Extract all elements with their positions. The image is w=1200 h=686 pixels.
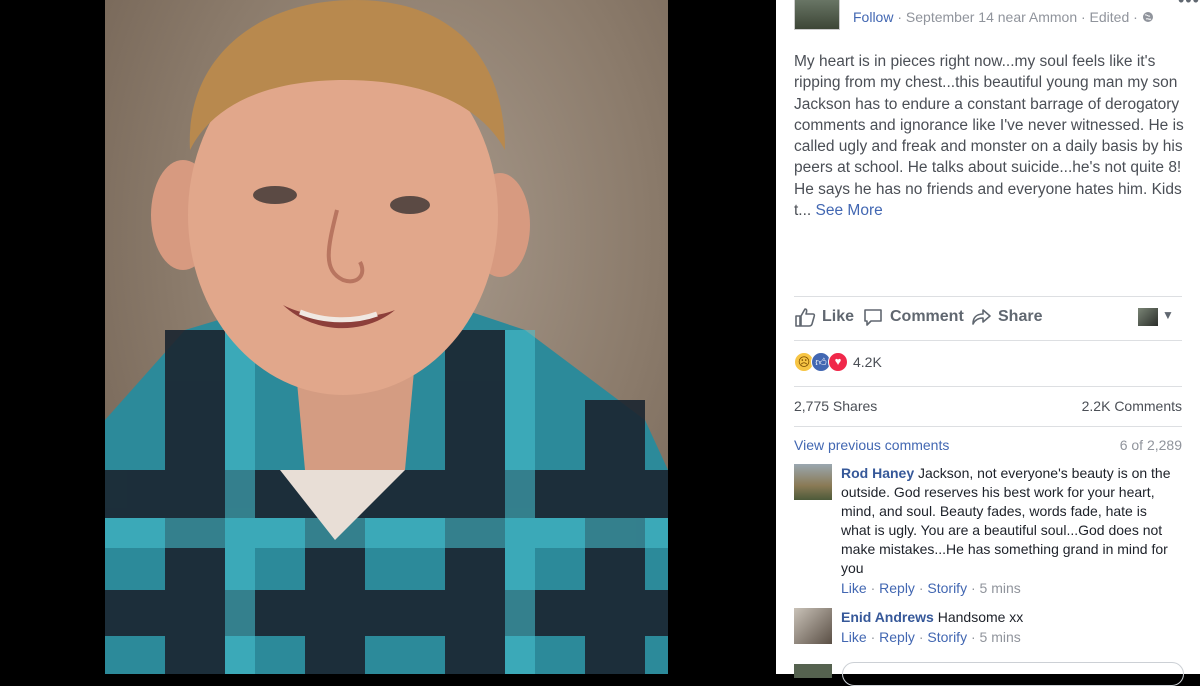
shares-count[interactable]: 2,775 Shares — [794, 398, 877, 414]
comment-actions: Like · Reply · Storify · 5 mins — [841, 629, 1021, 645]
post-meta: Follow · September 14 near Ammon · Edite… — [853, 9, 1154, 25]
post-body: My heart is in pieces right now...my sou… — [794, 53, 1184, 220]
divider — [794, 296, 1182, 297]
comment-text: Jackson, not everyone's beauty is on the… — [841, 465, 1171, 576]
comment-reply-link[interactable]: Reply — [879, 629, 915, 645]
comment-body: Enid Andrews Handsome xx — [841, 608, 1171, 627]
post-header: Follow · September 14 near Ammon · Edite… — [794, 0, 1199, 30]
see-more-link[interactable]: See More — [816, 202, 883, 219]
reaction-count: 4.2K — [853, 354, 882, 370]
like-button[interactable]: Like — [794, 306, 854, 328]
post-photo[interactable] — [105, 0, 668, 674]
comment-text: Handsome xx — [937, 609, 1024, 625]
comment-icon — [862, 306, 884, 328]
share-button[interactable]: Share — [970, 306, 1042, 328]
photo-viewer — [0, 0, 776, 674]
comment-time[interactable]: 5 mins — [980, 629, 1021, 645]
divider — [794, 340, 1182, 341]
comment-button[interactable]: Comment — [862, 306, 964, 328]
comments-count[interactable]: 2.2K Comments — [1082, 398, 1182, 414]
more-options-icon[interactable]: ••• — [1178, 0, 1200, 11]
follow-link[interactable]: Follow — [853, 9, 893, 25]
post-text: My heart is in pieces right now...my sou… — [794, 51, 1188, 221]
comment-like-link[interactable]: Like — [841, 629, 867, 645]
commenter-name[interactable]: Rod Haney — [841, 465, 914, 481]
view-previous-comments-link[interactable]: View previous comments — [794, 437, 949, 453]
like-label: Like — [822, 308, 855, 325]
divider — [794, 426, 1182, 427]
viewer-avatar[interactable] — [1138, 308, 1158, 326]
comments-counter: 6 of 2,289 — [1119, 437, 1182, 453]
globe-icon — [1142, 9, 1154, 25]
post-sidebar: Follow · September 14 near Ammon · Edite… — [776, 0, 1200, 686]
boy-portrait-illustration — [105, 0, 668, 674]
author-avatar[interactable] — [794, 0, 840, 30]
comment-body: Rod Haney Jackson, not everyone's beauty… — [841, 464, 1171, 578]
love-reaction-icon: ♥ — [828, 352, 848, 372]
comments-header: View previous comments 6 of 2,289 — [794, 437, 1182, 453]
divider — [794, 386, 1182, 387]
action-bar: Like Comment Share ▼ — [794, 306, 1188, 332]
write-comment-input[interactable] — [842, 662, 1184, 686]
share-icon — [970, 306, 992, 328]
share-label: Share — [998, 308, 1043, 325]
comment-storify-link[interactable]: Storify — [927, 580, 967, 596]
thumbs-up-icon — [794, 306, 816, 328]
comment-label: Comment — [890, 308, 964, 325]
commenter-avatar[interactable] — [794, 608, 832, 644]
comment-reply-link[interactable]: Reply — [879, 580, 915, 596]
comment-like-link[interactable]: Like — [841, 580, 867, 596]
post-date[interactable]: · September 14 near Ammon · Edited · — [897, 9, 1137, 25]
comment-actions: Like · Reply · Storify · 5 mins — [841, 580, 1021, 596]
post-stats: 2,775 Shares 2.2K Comments — [794, 398, 1182, 414]
comment-storify-link[interactable]: Storify — [927, 629, 967, 645]
reaction-summary[interactable]: ☹ 👍︎ ♥ 4.2K — [794, 352, 882, 372]
comment-time[interactable]: 5 mins — [980, 580, 1021, 596]
caret-down-icon[interactable]: ▼ — [1162, 308, 1174, 322]
commenter-name[interactable]: Enid Andrews — [841, 609, 934, 625]
commenter-avatar[interactable] — [794, 464, 832, 500]
viewer-avatar — [794, 664, 832, 678]
